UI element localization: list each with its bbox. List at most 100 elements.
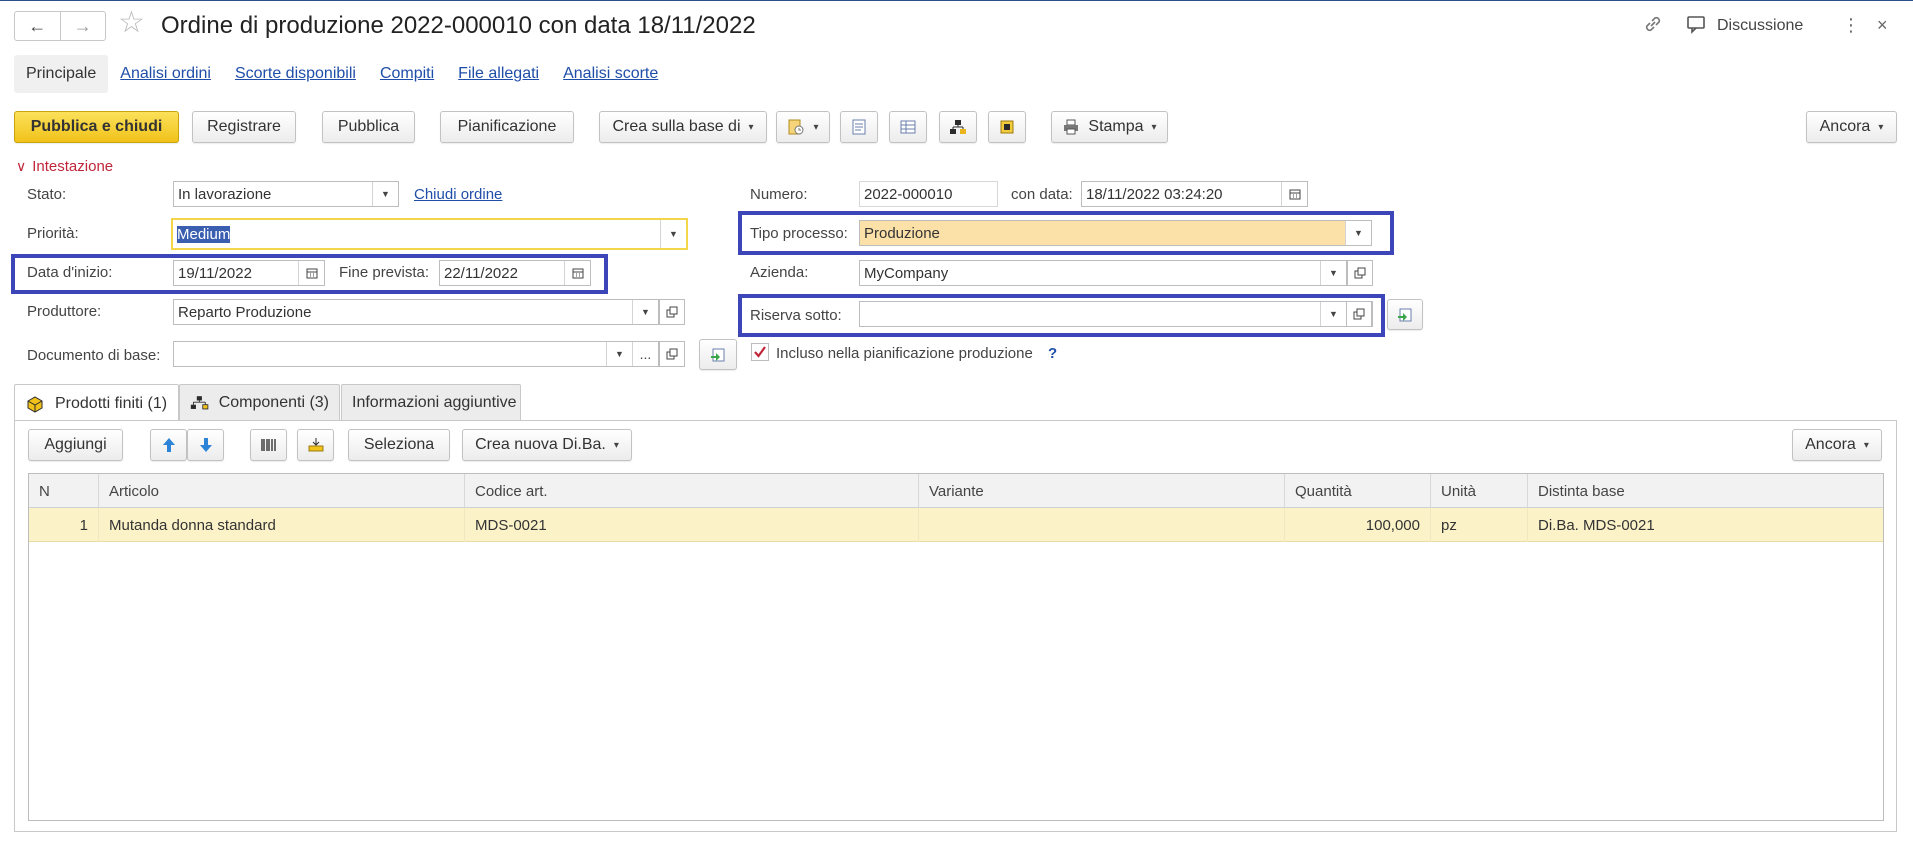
- tab-prodotti-finiti-label: Prodotti finiti (1): [55, 394, 168, 412]
- document-button[interactable]: [840, 111, 878, 143]
- tab-analisi-ordini[interactable]: Analisi ordini: [108, 55, 223, 93]
- publish-close-button[interactable]: Pubblica e chiudi: [14, 111, 179, 143]
- publish-close-label: Pubblica e chiudi: [30, 118, 163, 135]
- report-button[interactable]: [988, 111, 1026, 143]
- add-button[interactable]: Aggiungi: [28, 429, 123, 461]
- calendar-icon[interactable]: [1281, 182, 1307, 206]
- incluso-checkbox[interactable]: [751, 343, 769, 361]
- close-order-link[interactable]: Chiudi ordine: [414, 186, 502, 203]
- column-header-distinta[interactable]: Distinta base: [1528, 474, 1883, 508]
- column-header-articolo[interactable]: Articolo: [99, 474, 465, 508]
- dropdown-arrow-icon[interactable]: ▼: [372, 182, 398, 206]
- con-data-field[interactable]: 18/11/2022 03:24:20: [1081, 181, 1308, 207]
- import-button[interactable]: [297, 429, 334, 461]
- fill-from-base-button[interactable]: [699, 339, 737, 370]
- produttore-select[interactable]: Reparto Produzione ▼: [173, 299, 659, 325]
- dropdown-arrow-icon[interactable]: ▼: [632, 300, 658, 324]
- table-view-button[interactable]: [889, 111, 927, 143]
- checkmark-icon: [754, 346, 766, 358]
- register-label: Registrare: [207, 118, 281, 135]
- con-data-value: 18/11/2022 03:24:20: [1086, 185, 1223, 203]
- move-down-button[interactable]: [187, 429, 224, 461]
- select-button[interactable]: Seleziona: [348, 429, 450, 461]
- incluso-label[interactable]: Incluso nella pianificazione produzione: [776, 345, 1033, 362]
- tab-compiti[interactable]: Compiti: [368, 55, 446, 93]
- open-produttore-icon[interactable]: [659, 299, 685, 325]
- cell-unita[interactable]: pz: [1431, 508, 1528, 542]
- numero-field[interactable]: 2022-000010: [859, 181, 998, 207]
- more-button[interactable]: Ancora ▾: [1806, 111, 1897, 143]
- produttore-label: Produttore:: [27, 303, 102, 320]
- register-button[interactable]: Registrare: [192, 111, 296, 143]
- discussion-icon[interactable]: [1686, 14, 1708, 40]
- link-icon[interactable]: [1643, 14, 1663, 40]
- cell-variante[interactable]: [919, 508, 1285, 542]
- column-header-codice[interactable]: Codice art.: [465, 474, 919, 508]
- con-data-label: con data:: [1011, 186, 1073, 203]
- cell-distinta[interactable]: Di.Ba. MDS-0021: [1528, 508, 1883, 542]
- chevron-down-icon: ▾: [813, 121, 819, 133]
- numero-label: Numero:: [750, 186, 808, 203]
- column-header-n[interactable]: N: [29, 474, 99, 508]
- help-icon[interactable]: ?: [1048, 345, 1057, 362]
- table-row[interactable]: 1 Mutanda donna standard MDS-0021 100,00…: [29, 508, 1883, 542]
- planning-button[interactable]: Pianificazione: [440, 111, 574, 143]
- structure-button[interactable]: [939, 111, 977, 143]
- dropdown-arrow-icon[interactable]: ▼: [606, 342, 632, 366]
- barcode-button[interactable]: [250, 429, 287, 461]
- highlight-tipo-processo: [738, 211, 1394, 255]
- cell-n[interactable]: 1: [29, 508, 99, 542]
- open-documento-icon[interactable]: [659, 341, 685, 367]
- close-icon[interactable]: ×: [1877, 15, 1888, 36]
- tab-file-allegati[interactable]: File allegati: [446, 55, 551, 93]
- publish-button[interactable]: Pubblica: [322, 111, 415, 143]
- printer-icon: [1064, 119, 1079, 135]
- stato-label: Stato:: [27, 186, 67, 203]
- more-vertical-icon[interactable]: ⋮: [1842, 15, 1860, 36]
- select-dots-button[interactable]: ...: [632, 342, 658, 366]
- cell-codice[interactable]: MDS-0021: [465, 508, 919, 542]
- tab-analisi-scorte[interactable]: Analisi scorte: [551, 55, 670, 93]
- discussion-label[interactable]: Discussione: [1717, 17, 1803, 35]
- nav-buttons: ← →: [14, 11, 106, 41]
- stato-select[interactable]: In lavorazione ▼: [173, 181, 399, 207]
- column-header-variante[interactable]: Variante: [919, 474, 1285, 508]
- column-header-quantita[interactable]: Quantità: [1285, 474, 1431, 508]
- print-button[interactable]: Stampa ▾: [1051, 111, 1168, 143]
- print-label: Stampa: [1088, 118, 1144, 135]
- header-group-title: Intestazione: [32, 158, 114, 175]
- cell-quantita[interactable]: 100,000: [1285, 508, 1431, 542]
- azienda-label: Azienda:: [750, 264, 809, 281]
- create-based-on-button[interactable]: Crea sulla base di ▾: [599, 111, 767, 143]
- tab-principale[interactable]: Principale: [14, 55, 109, 93]
- related-docs-button[interactable]: ▾: [776, 111, 830, 143]
- products-table: N Articolo Codice art. Variante Quantità…: [28, 473, 1884, 821]
- produttore-value: Reparto Produzione: [178, 303, 312, 321]
- favorite-star-icon[interactable]: ☆: [118, 8, 145, 38]
- azienda-select[interactable]: MyCompany ▼: [859, 260, 1347, 286]
- planning-label: Pianificazione: [457, 118, 557, 135]
- documento-base-select[interactable]: ▼ ...: [173, 341, 659, 367]
- report-icon: [1000, 120, 1014, 134]
- box-icon: [27, 395, 43, 413]
- header-group-toggle[interactable]: ∨ Intestazione: [16, 158, 113, 175]
- fill-riserva-button[interactable]: [1387, 299, 1423, 330]
- forward-arrow-icon[interactable]: →: [59, 12, 106, 40]
- more-label: Ancora: [1819, 118, 1871, 135]
- tab-scorte-disponibili[interactable]: Scorte disponibili: [223, 55, 368, 93]
- tab-informazioni-aggiuntive[interactable]: Informazioni aggiuntive: [341, 384, 521, 421]
- dropdown-arrow-icon[interactable]: ▼: [660, 220, 686, 248]
- download-icon: [308, 438, 323, 452]
- dropdown-arrow-icon[interactable]: ▼: [1320, 261, 1346, 285]
- create-bom-button[interactable]: Crea nuova Di.Ba. ▾: [462, 429, 632, 461]
- column-header-unita[interactable]: Unità: [1431, 474, 1528, 508]
- open-azienda-icon[interactable]: [1347, 260, 1373, 286]
- tab-prodotti-finiti[interactable]: Prodotti finiti (1): [14, 384, 179, 422]
- priorita-label: Priorità:: [27, 225, 79, 242]
- tab-componenti[interactable]: Componenti (3): [179, 384, 340, 421]
- table-more-button[interactable]: Ancora ▾: [1792, 429, 1882, 461]
- back-arrow-icon[interactable]: ←: [15, 12, 60, 40]
- move-up-button[interactable]: [150, 429, 187, 461]
- cell-articolo[interactable]: Mutanda donna standard: [99, 508, 465, 542]
- priorita-select[interactable]: Medium ▼: [171, 218, 688, 250]
